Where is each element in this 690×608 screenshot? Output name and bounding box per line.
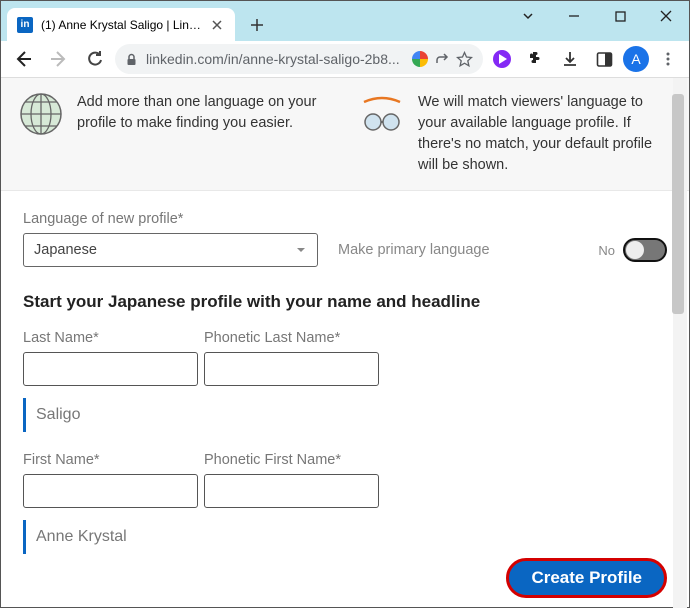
close-window-button[interactable] bbox=[643, 1, 689, 31]
google-icon[interactable] bbox=[412, 51, 428, 67]
language-select[interactable]: Japanese bbox=[23, 233, 318, 267]
phonetic-first-label: Phonetic First Name* bbox=[204, 452, 379, 468]
primary-state-label: No bbox=[598, 243, 615, 258]
create-profile-button[interactable]: Create Profile bbox=[506, 558, 667, 598]
browser-toolbar: linkedin.com/in/anne-krystal-saligo-2b8.… bbox=[1, 41, 689, 78]
window-controls bbox=[505, 1, 689, 41]
downloads-icon[interactable] bbox=[555, 44, 585, 74]
phonetic-first-input[interactable] bbox=[204, 474, 379, 508]
linkedin-favicon: in bbox=[17, 17, 33, 33]
add-language-form: Language of new profile* Japanese Make p… bbox=[1, 191, 689, 584]
url-text: linkedin.com/in/anne-krystal-saligo-2b8.… bbox=[146, 51, 404, 67]
page-content: Add more than one language on your profi… bbox=[1, 78, 689, 608]
make-primary-label: Make primary language bbox=[338, 242, 490, 258]
toggle-knob bbox=[626, 241, 644, 259]
browser-titlebar: in (1) Anne Krystal Saligo | LinkedIn bbox=[1, 1, 689, 41]
language-select-value: Japanese bbox=[34, 242, 97, 258]
last-name-input[interactable] bbox=[23, 352, 198, 386]
last-name-hint: Saligo bbox=[23, 398, 667, 432]
reload-button[interactable] bbox=[79, 44, 111, 74]
phonetic-last-label: Phonetic Last Name* bbox=[204, 330, 379, 346]
back-button[interactable] bbox=[7, 44, 39, 74]
new-tab-button[interactable] bbox=[243, 11, 271, 39]
extensions-puzzle-icon[interactable] bbox=[521, 44, 551, 74]
banner-right-text: We will match viewers' language to your … bbox=[418, 92, 671, 176]
language-label: Language of new profile* bbox=[23, 211, 667, 227]
first-name-hint: Anne Krystal bbox=[23, 520, 667, 554]
lock-icon bbox=[125, 53, 138, 66]
glasses-icon bbox=[360, 92, 404, 136]
minimize-window-button[interactable] bbox=[551, 1, 597, 31]
caret-down-icon bbox=[295, 244, 307, 256]
browser-tab[interactable]: in (1) Anne Krystal Saligo | LinkedIn bbox=[7, 8, 235, 41]
primary-language-toggle[interactable] bbox=[623, 238, 667, 262]
globe-icon bbox=[19, 92, 63, 136]
share-icon[interactable] bbox=[434, 51, 450, 67]
chevron-down-icon[interactable] bbox=[505, 1, 551, 31]
tab-title: (1) Anne Krystal Saligo | LinkedIn bbox=[41, 18, 201, 32]
last-name-label: Last Name* bbox=[23, 330, 198, 346]
extension-play-icon[interactable] bbox=[487, 44, 517, 74]
first-name-input[interactable] bbox=[23, 474, 198, 508]
phonetic-last-input[interactable] bbox=[204, 352, 379, 386]
info-banner: Add more than one language on your profi… bbox=[1, 78, 689, 191]
section-heading: Start your Japanese profile with your na… bbox=[23, 292, 667, 312]
side-panel-icon[interactable] bbox=[589, 44, 619, 74]
address-bar[interactable]: linkedin.com/in/anne-krystal-saligo-2b8.… bbox=[115, 44, 483, 74]
first-name-label: First Name* bbox=[23, 452, 198, 468]
forward-button[interactable] bbox=[43, 44, 75, 74]
kebab-menu-icon[interactable] bbox=[653, 44, 683, 74]
bookmark-star-icon[interactable] bbox=[456, 51, 473, 68]
banner-left-text: Add more than one language on your profi… bbox=[77, 92, 330, 176]
maximize-window-button[interactable] bbox=[597, 1, 643, 31]
profile-avatar[interactable]: A bbox=[623, 46, 649, 72]
close-tab-icon[interactable] bbox=[209, 17, 225, 33]
